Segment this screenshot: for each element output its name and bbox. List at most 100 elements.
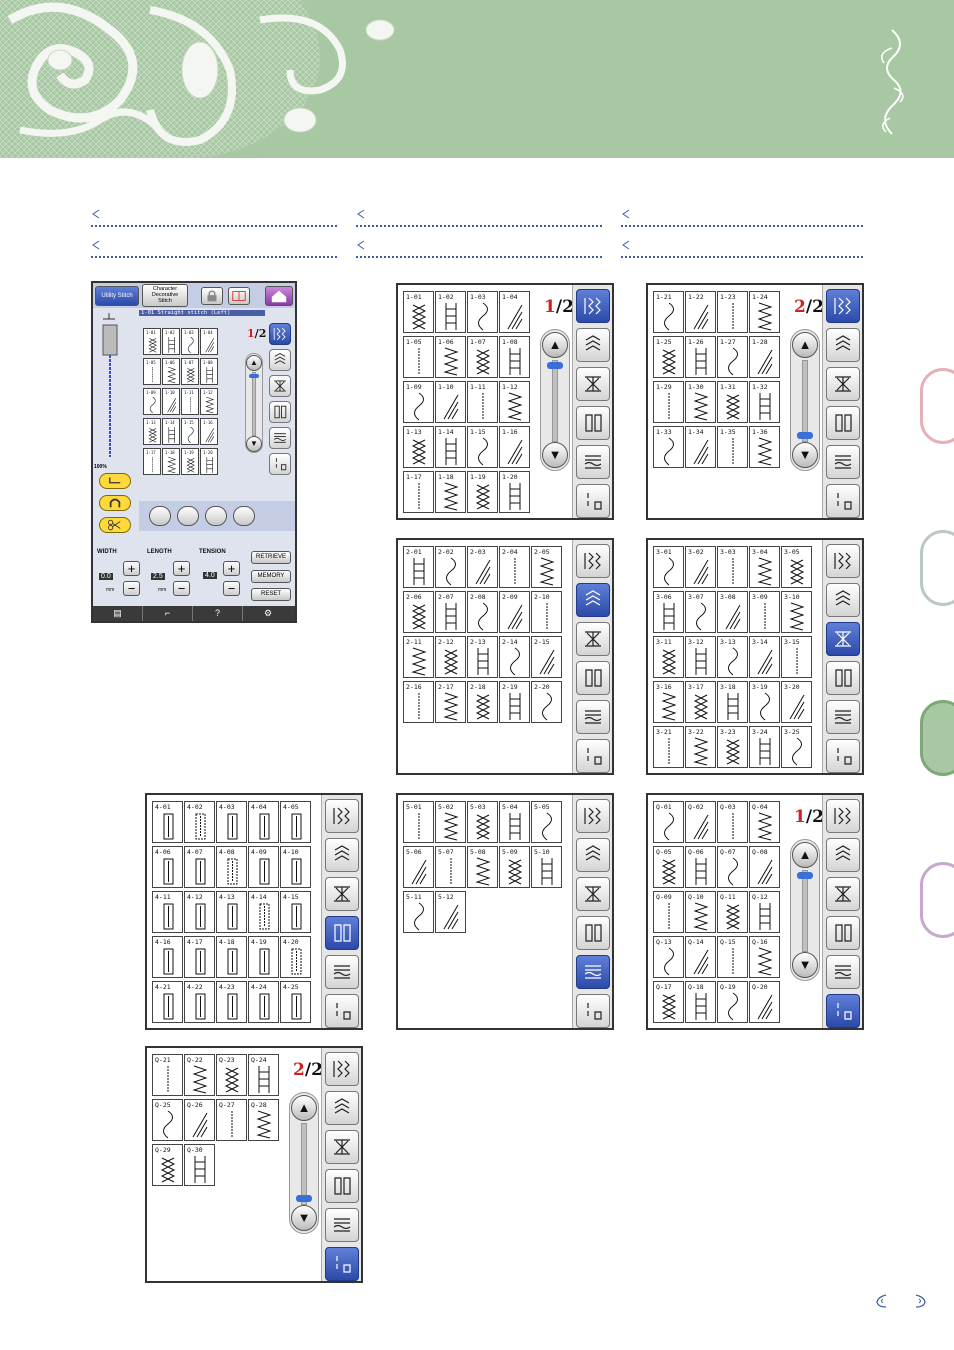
stitch-cell[interactable]: 5-11 <box>403 891 434 933</box>
stitch-cell[interactable]: 5-09 <box>499 846 530 888</box>
stitch-cell[interactable]: 2-17 <box>435 681 466 723</box>
category-button-4[interactable] <box>826 916 860 950</box>
stitch-cell[interactable]: 4-16 <box>152 936 183 978</box>
stitch-cell[interactable]: 4-18 <box>216 936 247 978</box>
stitch-cell[interactable]: 5-04 <box>499 801 530 843</box>
category-button-1[interactable] <box>826 289 860 323</box>
scroll-knob[interactable] <box>296 1195 312 1202</box>
stitch-cell[interactable]: 4-17 <box>184 936 215 978</box>
stitch-cell[interactable]: 5-01 <box>403 801 434 843</box>
stitch-cell[interactable]: 3-24 <box>749 726 780 768</box>
stitch-cell[interactable]: 1-10 <box>435 381 466 423</box>
stitch-cell[interactable]: 3-01 <box>653 546 684 588</box>
stitch-cell[interactable]: 1-25 <box>653 336 684 378</box>
scroll-down-button[interactable]: ▼ <box>792 952 818 978</box>
stitch-cell[interactable]: 1-31 <box>717 381 748 423</box>
stitch-cell[interactable]: 4-20 <box>280 936 311 978</box>
stitch-cell[interactable]: 1-26 <box>685 336 716 378</box>
mode-button-1[interactable] <box>149 506 171 526</box>
stitch-cell[interactable]: 3-04 <box>749 546 780 588</box>
stitch-cell[interactable]: Q-08 <box>749 846 780 888</box>
stitch-cell[interactable]: 2-18 <box>467 681 498 723</box>
stitch-cell[interactable]: 1-32 <box>749 381 780 423</box>
stitch-cell[interactable]: 1-23 <box>717 291 748 333</box>
category-button-5[interactable] <box>325 955 359 989</box>
stitch-cell[interactable]: 4-02 <box>184 801 215 843</box>
category-button-5[interactable] <box>826 445 860 479</box>
stitch-cell[interactable]: 2-05 <box>531 546 562 588</box>
next-page-icon[interactable] <box>912 1292 930 1310</box>
chapter-tab-2[interactable] <box>920 530 954 606</box>
category-button-5[interactable] <box>576 445 610 479</box>
category-button-5[interactable] <box>826 955 860 989</box>
mini-stitch-cell[interactable]: 1-04 <box>200 328 218 355</box>
stitch-cell[interactable]: 4-09 <box>248 846 279 888</box>
lock-button[interactable] <box>201 287 223 305</box>
category-button-4[interactable] <box>325 1169 359 1203</box>
category-button-1[interactable] <box>826 544 860 578</box>
stitch-cell[interactable]: 3-12 <box>685 636 716 678</box>
mini-category-button-2[interactable] <box>269 349 291 371</box>
mini-category-button-1[interactable] <box>269 323 291 345</box>
stitch-cell[interactable]: Q-10 <box>685 891 716 933</box>
category-button-2[interactable] <box>826 583 860 617</box>
length-minus-button[interactable]: − <box>173 581 190 596</box>
scrollbar[interactable]: ▲ ▼ <box>790 329 820 471</box>
category-button-3[interactable] <box>576 367 610 401</box>
stitch-cell[interactable]: 1-17 <box>403 471 434 513</box>
stitch-cell[interactable]: 1-15 <box>467 426 498 468</box>
stitch-cell[interactable]: 1-13 <box>403 426 434 468</box>
mini-stitch-cell[interactable]: 1-16 <box>200 418 218 445</box>
stitch-cell[interactable]: 1-20 <box>499 471 530 513</box>
thread-cutter-button[interactable] <box>99 517 131 533</box>
stitch-cell[interactable]: 4-15 <box>280 891 311 933</box>
prev-page-icon[interactable] <box>872 1292 890 1310</box>
mini-stitch-cell[interactable]: 1-11 <box>181 388 199 415</box>
stitch-cell[interactable]: 3-16 <box>653 681 684 723</box>
scroll-up-button[interactable]: ▲ <box>542 332 568 358</box>
chapter-tab-3-active[interactable] <box>920 700 954 776</box>
stitch-cell[interactable]: 5-10 <box>531 846 562 888</box>
settings-button[interactable]: ⚙ <box>243 606 293 621</box>
stitch-cell[interactable]: 1-04 <box>499 291 530 333</box>
mini-stitch-cell[interactable]: 1-19 <box>181 448 199 475</box>
scroll-knob[interactable] <box>547 362 563 369</box>
mini-stitch-cell[interactable]: 1-02 <box>162 328 180 355</box>
stitch-cell[interactable]: 3-19 <box>749 681 780 723</box>
stitch-cell[interactable]: 2-04 <box>499 546 530 588</box>
stitch-cell[interactable]: 4-03 <box>216 801 247 843</box>
stitch-cell[interactable]: 4-19 <box>248 936 279 978</box>
stitch-cell[interactable]: 3-08 <box>717 591 748 633</box>
stitch-cell[interactable]: Q-12 <box>749 891 780 933</box>
stitch-cell[interactable]: 3-25 <box>781 726 812 768</box>
mini-category-button-3[interactable] <box>269 375 291 397</box>
stitch-cell[interactable]: 1-29 <box>653 381 684 423</box>
stitch-cell[interactable]: Q-13 <box>653 936 684 978</box>
category-button-3[interactable] <box>325 877 359 911</box>
category-button-6[interactable] <box>576 739 610 773</box>
stitch-cell[interactable]: 2-19 <box>499 681 530 723</box>
stitch-cell[interactable]: 2-07 <box>435 591 466 633</box>
stitch-cell[interactable]: 2-14 <box>499 636 530 678</box>
stitch-cell[interactable]: Q-20 <box>749 981 780 1023</box>
mini-stitch-cell[interactable]: 1-18 <box>162 448 180 475</box>
stitch-cell[interactable]: 3-05 <box>781 546 812 588</box>
scroll-up-button[interactable]: ▲ <box>792 842 818 868</box>
category-button-4[interactable] <box>826 661 860 695</box>
stitch-cell[interactable]: 2-13 <box>467 636 498 678</box>
stitch-cell[interactable]: Q-23 <box>216 1054 247 1096</box>
stitch-cell[interactable]: 4-14 <box>248 891 279 933</box>
category-button-4[interactable] <box>325 916 359 950</box>
stitch-cell[interactable]: 3-17 <box>685 681 716 723</box>
stitch-cell[interactable]: 4-07 <box>184 846 215 888</box>
stitch-cell[interactable]: 1-36 <box>749 426 780 468</box>
mini-stitch-cell[interactable]: 1-12 <box>200 388 218 415</box>
stitch-cell[interactable]: 3-09 <box>749 591 780 633</box>
mini-stitch-cell[interactable]: 1-06 <box>162 358 180 385</box>
stitch-cell[interactable]: Q-18 <box>685 981 716 1023</box>
scroll-down-button[interactable]: ▼ <box>246 436 262 452</box>
scroll-down-button[interactable]: ▼ <box>542 442 568 468</box>
stitch-cell[interactable]: 2-02 <box>435 546 466 588</box>
stitch-cell[interactable]: 1-06 <box>435 336 466 378</box>
category-button-2[interactable] <box>576 583 610 617</box>
